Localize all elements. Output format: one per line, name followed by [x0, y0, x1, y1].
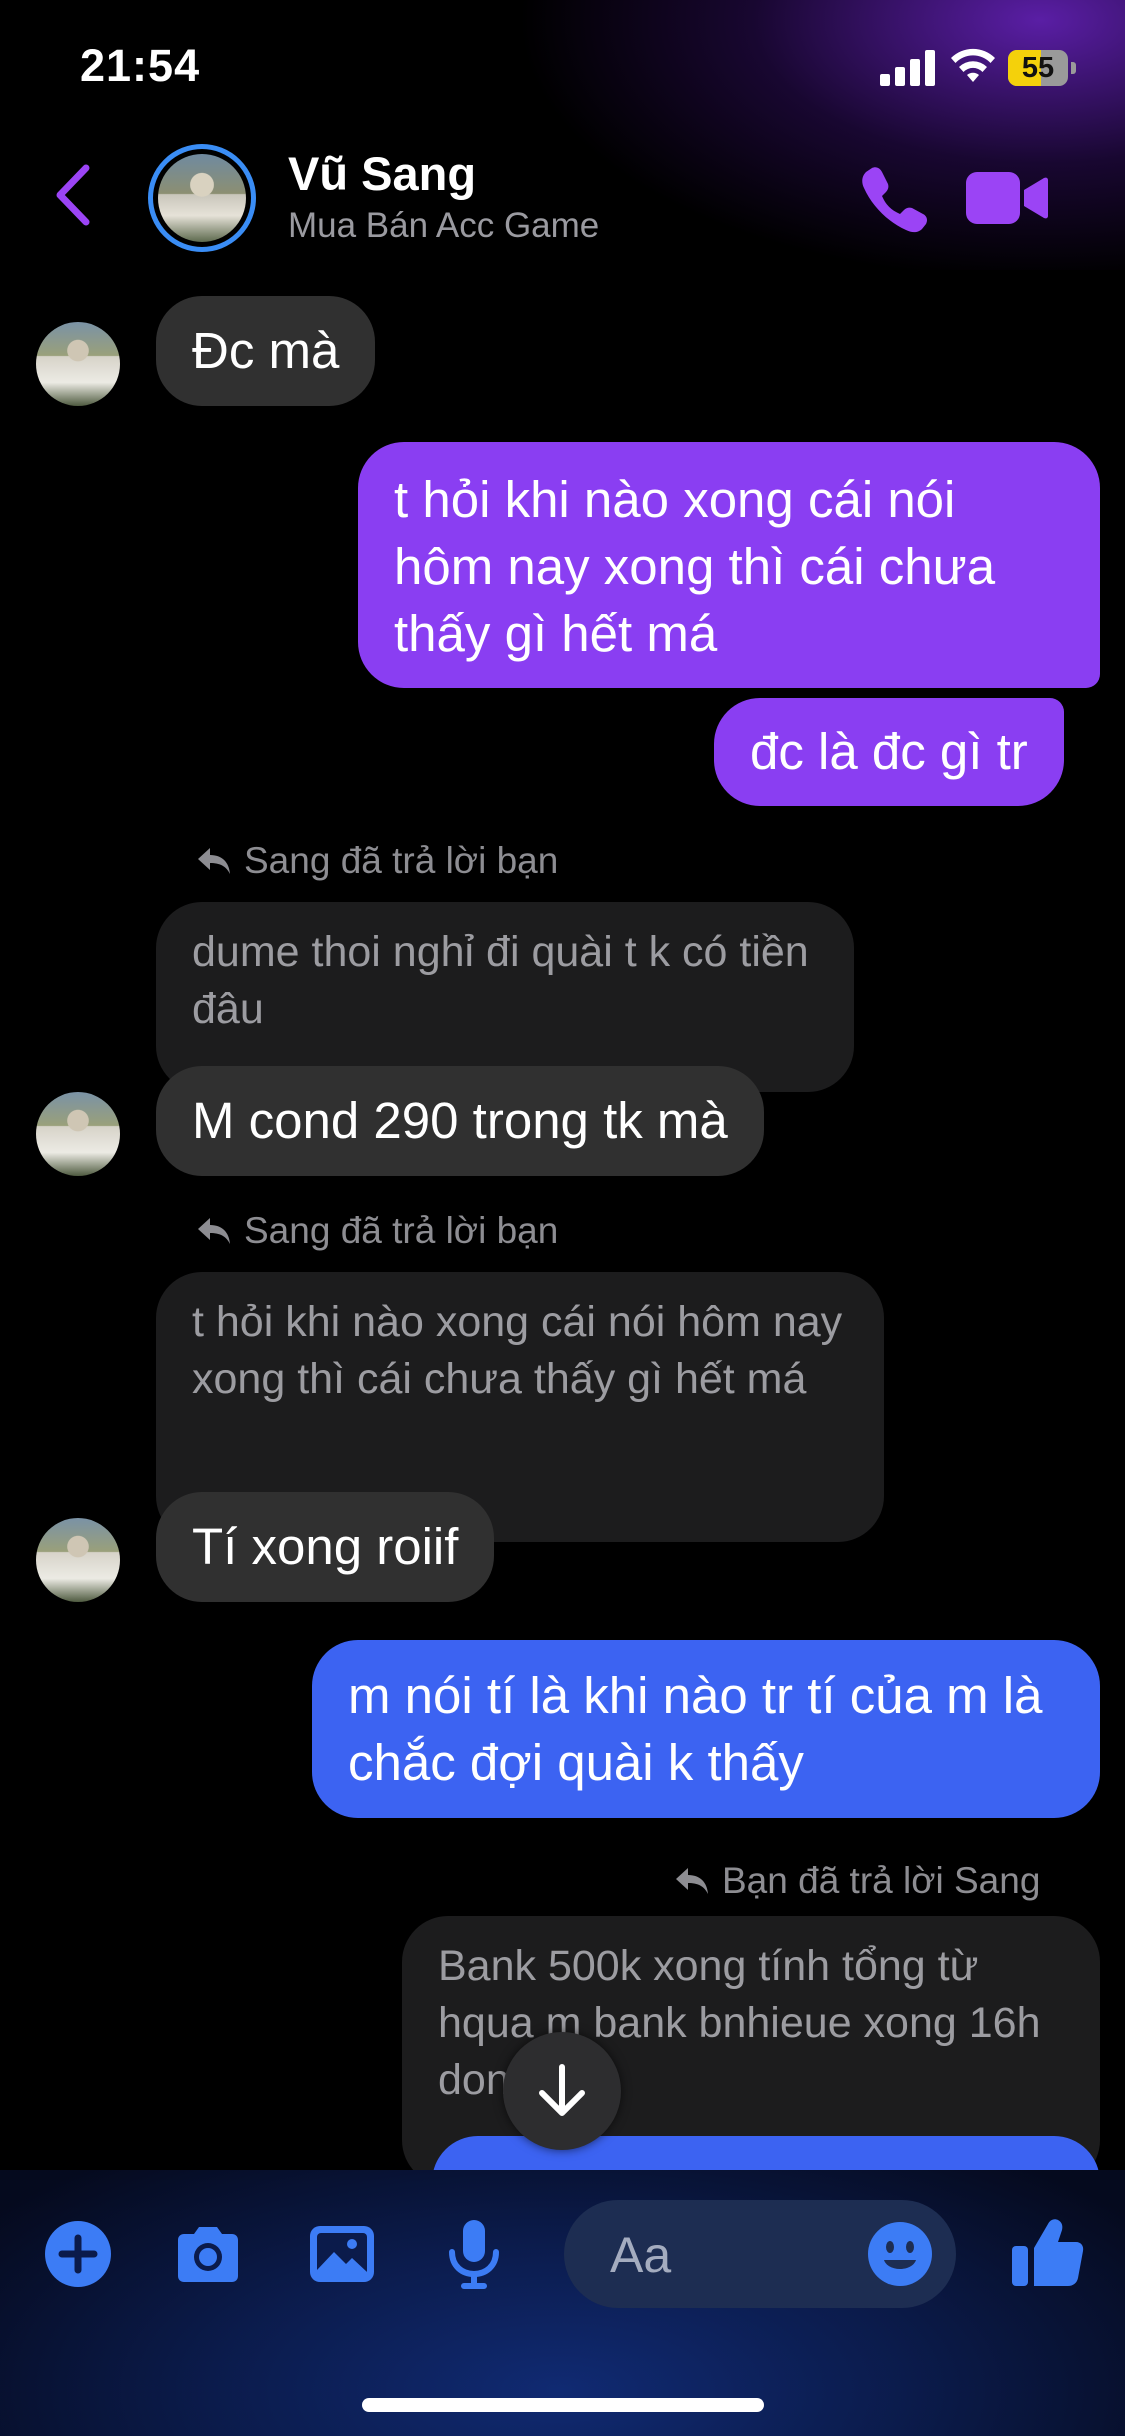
chevron-left-icon[interactable] [48, 160, 98, 230]
reply-header-text: Bạn đã trả lời Sang [722, 1860, 1041, 1901]
contact-subtitle: Mua Bán Acc Game [288, 206, 600, 245]
contact-name[interactable]: Vũ Sang [288, 146, 476, 201]
reply-arrow-icon [676, 1868, 708, 1894]
message-bubble-outgoing[interactable]: t hỏi khi nào xong cái nói hôm nay xong … [358, 442, 1100, 688]
message-bubble-incoming[interactable]: Đc mà [156, 296, 376, 406]
message-bubble-incoming[interactable]: M cond 290 trong tk mà [156, 1066, 764, 1176]
sender-avatar[interactable] [36, 1518, 120, 1602]
reply-header: Sang đã trả lời bạn [196, 840, 558, 882]
wifi-icon [951, 48, 995, 82]
message-bubble-outgoing[interactable]: m nói tí là khi nào tr tí của m là chắc … [312, 1640, 1100, 1818]
smiley-icon[interactable] [866, 2220, 934, 2288]
composer-bar [0, 2170, 1125, 2436]
plus-icon[interactable] [42, 2218, 114, 2290]
home-indicator [362, 2398, 764, 2412]
message-input-field[interactable] [564, 2200, 956, 2308]
message-bubble-outgoing[interactable]: đc là đc gì tr [714, 698, 1064, 806]
battery-icon: 55 [1008, 50, 1078, 86]
signal-icon [880, 50, 935, 86]
reply-header: Bạn đã trả lời Sang [674, 1860, 1040, 1902]
sender-avatar[interactable] [36, 322, 120, 406]
scroll-to-bottom-button[interactable] [503, 2032, 621, 2150]
message-input[interactable] [608, 2224, 842, 2286]
message-bubble-incoming[interactable]: Tí xong roiif [156, 1492, 495, 1602]
video-camera-icon[interactable] [966, 170, 1048, 226]
reply-header-text: Sang đã trả lời bạn [244, 1210, 559, 1251]
status-time: 21:54 [80, 40, 201, 91]
arrow-down-icon [539, 2064, 585, 2116]
sender-avatar[interactable] [36, 1092, 120, 1176]
battery-percent: 55 [1021, 52, 1055, 84]
quoted-message[interactable]: dume thoi nghỉ đi quài t k có tiền đâu [156, 902, 854, 1092]
reply-arrow-icon [198, 848, 230, 874]
reply-header: Sang đã trả lời bạn [196, 1210, 558, 1252]
reply-header-text: Sang đã trả lời bạn [244, 840, 559, 881]
contact-avatar[interactable] [148, 144, 256, 252]
microphone-icon[interactable] [438, 2218, 510, 2290]
thumbs-up-icon[interactable] [1010, 2214, 1086, 2290]
reply-arrow-icon [198, 1218, 230, 1244]
phone-icon[interactable] [858, 162, 930, 234]
image-icon[interactable] [306, 2218, 378, 2290]
camera-icon[interactable] [172, 2218, 244, 2290]
